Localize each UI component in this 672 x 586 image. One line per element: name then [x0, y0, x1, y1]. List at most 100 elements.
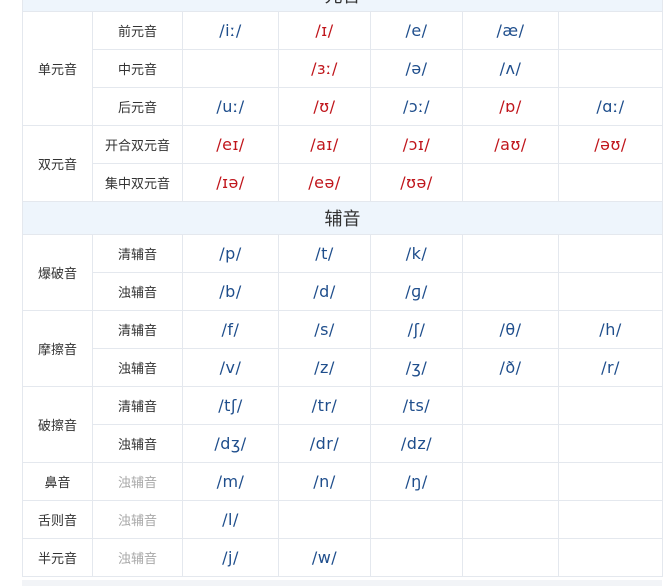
phoneme-cell[interactable]: /j/ [182, 538, 279, 577]
subcategory-label: 清辅音 [92, 386, 183, 425]
phoneme-cell[interactable]: /aʊ/ [462, 125, 559, 164]
phoneme-cell[interactable]: /ŋ/ [370, 462, 463, 501]
phoneme-cell[interactable]: /e/ [370, 11, 463, 50]
phoneme-cell[interactable]: /n/ [278, 462, 371, 501]
phoneme-cell[interactable]: /ɔɪ/ [370, 125, 463, 164]
empty-cell [462, 538, 559, 577]
table-row: 摩擦音 清辅音/f//s//ʃ//θ//h/ [22, 310, 664, 387]
phoneme-cell[interactable]: /ð/ [462, 348, 559, 387]
phoneme-cell[interactable]: /b/ [182, 272, 279, 311]
table-row: 浊辅音/b//d//ɡ/ [23, 272, 664, 311]
empty-cell [370, 500, 463, 539]
phoneme-cell[interactable]: /p/ [182, 234, 279, 273]
table-row: 双元音 开合双元音/eɪ//aɪ//ɔɪ//aʊ//əʊ/ [22, 125, 664, 202]
phoneme-cell[interactable]: /ɪə/ [182, 163, 279, 202]
phoneme-cell[interactable]: /θ/ [462, 310, 559, 349]
table-row: 舌则音 浊辅音/l/ [22, 500, 664, 539]
table-row: 浊辅音/v//z//ʒ//ð//r/ [23, 348, 664, 387]
phoneme-cell[interactable]: /eɪ/ [182, 125, 279, 164]
empty-cell [462, 234, 559, 273]
empty-cell [557, 234, 664, 273]
phoneme-cell[interactable]: /ɡ/ [370, 272, 463, 311]
subcategory-label: 前元音 [92, 11, 183, 50]
phoneme-cell[interactable]: /aɪ/ [278, 125, 371, 164]
empty-cell [462, 500, 559, 539]
subcategory-label: 后元音 [92, 87, 183, 126]
table-row: 爆破音 清辅音/p//t//k/ [22, 234, 664, 311]
table-row: 鼻音 浊辅音/m//n//ŋ/ [22, 462, 664, 501]
phoneme-cell[interactable]: /tʃ/ [182, 386, 279, 425]
phoneme-cell[interactable]: /dʒ/ [182, 424, 279, 463]
phoneme-cell[interactable]: /t/ [278, 234, 371, 273]
subcategory-label: 开合双元音 [92, 125, 183, 164]
phoneme-cell[interactable]: /l/ [182, 500, 279, 539]
empty-cell [462, 386, 559, 425]
phoneme-cell[interactable]: /ə/ [370, 49, 463, 88]
subcategory-label: 清辅音 [92, 310, 183, 349]
phoneme-cell[interactable]: /uː/ [182, 87, 279, 126]
table-row: 中元音/ɜː//ə//ʌ/ [23, 49, 664, 88]
category-label: 摩擦音 [22, 310, 93, 387]
category-label: 单元音 [22, 11, 93, 126]
empty-cell [557, 500, 664, 539]
phoneme-cell[interactable]: /eə/ [278, 163, 371, 202]
phonetic-table-view: 元音单元音前元音/iː//ɪ//e//æ/中元音/ɜː//ə//ʌ/后元音/uː… [0, 0, 672, 586]
subcategory-label: 集中双元音 [92, 163, 183, 202]
phoneme-cell[interactable]: /w/ [278, 538, 371, 577]
subcategory-label: 浊辅音 [92, 348, 183, 387]
phoneme-cell[interactable]: /iː/ [182, 11, 279, 50]
phoneme-cell[interactable]: /dz/ [370, 424, 463, 463]
table-row: 半元音 浊辅音/j//w/ [22, 538, 664, 577]
subcategory-label: 浊辅音 [92, 500, 183, 539]
subcategory-label: 清辅音 [92, 234, 183, 273]
phoneme-cell[interactable]: /ʊə/ [370, 163, 463, 202]
phoneme-cell[interactable]: /ɜː/ [278, 49, 371, 88]
phoneme-cell[interactable]: /ʃ/ [370, 310, 463, 349]
phoneme-cell[interactable]: /ɪ/ [278, 11, 371, 50]
phoneme-cell[interactable]: /h/ [557, 310, 664, 349]
category-label: 舌则音 [22, 500, 93, 539]
phoneme-cell[interactable]: /æ/ [462, 11, 559, 50]
phoneme-cell[interactable]: /tr/ [278, 386, 371, 425]
category-label: 爆破音 [22, 234, 93, 311]
phoneme-cell[interactable]: /dr/ [278, 424, 371, 463]
section-header-row: 辅音 [21, 201, 664, 235]
table-row: 浊辅音/dʒ//dr//dz/ [23, 424, 664, 463]
phoneme-cell[interactable]: /ɑː/ [557, 87, 664, 126]
subcategory-label: 浊辅音 [92, 462, 183, 501]
empty-cell [557, 538, 664, 577]
phoneme-cell[interactable]: /ts/ [370, 386, 463, 425]
phoneme-cell[interactable]: /ʌ/ [462, 49, 559, 88]
category-label: 半元音 [22, 538, 93, 577]
section-title: 辅音 [21, 201, 664, 235]
category-label: 破擦音 [22, 386, 93, 463]
phoneme-cell[interactable]: /r/ [557, 348, 664, 387]
phoneme-cell[interactable]: /ʒ/ [370, 348, 463, 387]
empty-cell [370, 538, 463, 577]
table-bottom-edge [22, 580, 662, 586]
phoneme-cell[interactable]: /d/ [278, 272, 371, 311]
empty-cell [557, 49, 664, 88]
section-header-row: 元音 [21, 0, 664, 12]
phoneme-cell[interactable]: /ɔː/ [370, 87, 463, 126]
left-margin [0, 0, 22, 586]
subcategory-label: 浊辅音 [92, 272, 183, 311]
empty-cell [557, 11, 664, 50]
empty-cell [462, 163, 559, 202]
phoneme-cell[interactable]: /m/ [182, 462, 279, 501]
category-label: 鼻音 [22, 462, 93, 501]
phoneme-cell[interactable]: /f/ [182, 310, 279, 349]
empty-cell [462, 272, 559, 311]
table-row: 集中双元音/ɪə//eə//ʊə/ [23, 163, 664, 202]
table-row: 单元音 前元音/iː//ɪ//e//æ/ [22, 11, 664, 126]
phoneme-cell[interactable]: /z/ [278, 348, 371, 387]
empty-cell [557, 163, 664, 202]
phoneme-cell[interactable]: /k/ [370, 234, 463, 273]
phoneme-cell[interactable]: /s/ [278, 310, 371, 349]
empty-cell [462, 424, 559, 463]
phoneme-cell[interactable]: /ʊ/ [278, 87, 371, 126]
phoneme-cell[interactable]: /ɒ/ [462, 87, 559, 126]
subcategory-label: 浊辅音 [92, 538, 183, 577]
phoneme-cell[interactable]: /v/ [182, 348, 279, 387]
phoneme-cell[interactable]: /əʊ/ [557, 125, 664, 164]
